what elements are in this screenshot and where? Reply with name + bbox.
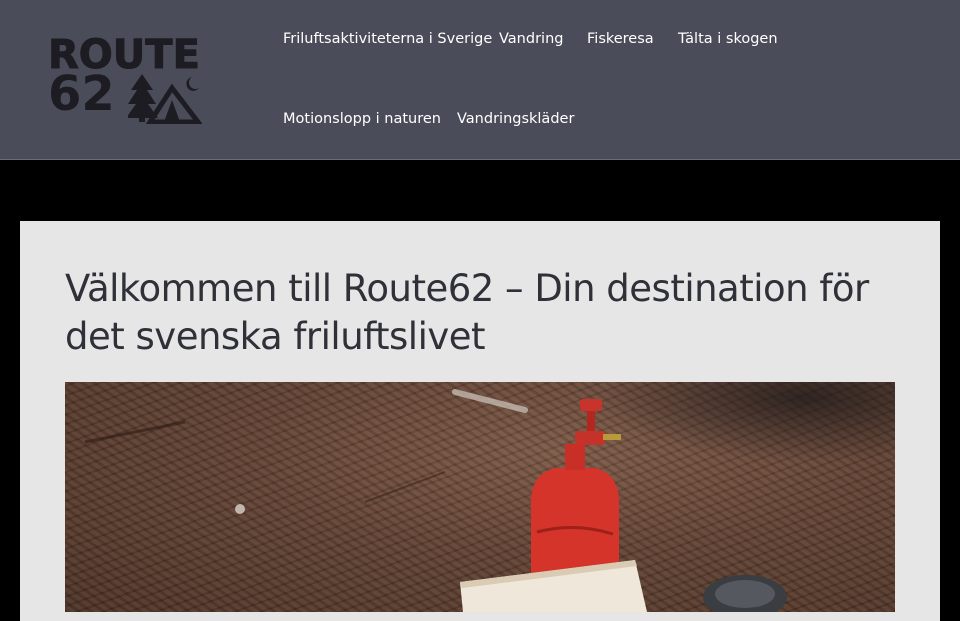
logo-camp-art (128, 74, 202, 124)
hero-image (65, 382, 895, 612)
nav-item-talta-i-skogen[interactable]: Tälta i skogen (678, 31, 778, 47)
logo-number-text: 62 (48, 66, 115, 122)
content-card: Välkommen till Route62 – Din destination… (20, 221, 940, 621)
nav-item-friluftsaktiviteterna[interactable]: Friluftsaktiviteterna i Sverige (283, 31, 492, 47)
nav-item-motionslopp[interactable]: Motionslopp i naturen (283, 111, 441, 127)
nav-item-vandringsklader[interactable]: Vandringskläder (457, 111, 574, 127)
hero-scene (84, 389, 787, 612)
moon-icon (186, 77, 199, 91)
page-title: Välkommen till Route62 – Din destination… (65, 267, 869, 358)
nav-item-fiskeresa[interactable]: Fiskeresa (587, 31, 654, 47)
nav-item-vandring[interactable]: Vandring (499, 31, 563, 47)
site-logo[interactable]: ROUTE 62 (48, 32, 204, 126)
site-header: ROUTE 62 Friluftsaktiviteterna i Sverige… (0, 0, 960, 160)
